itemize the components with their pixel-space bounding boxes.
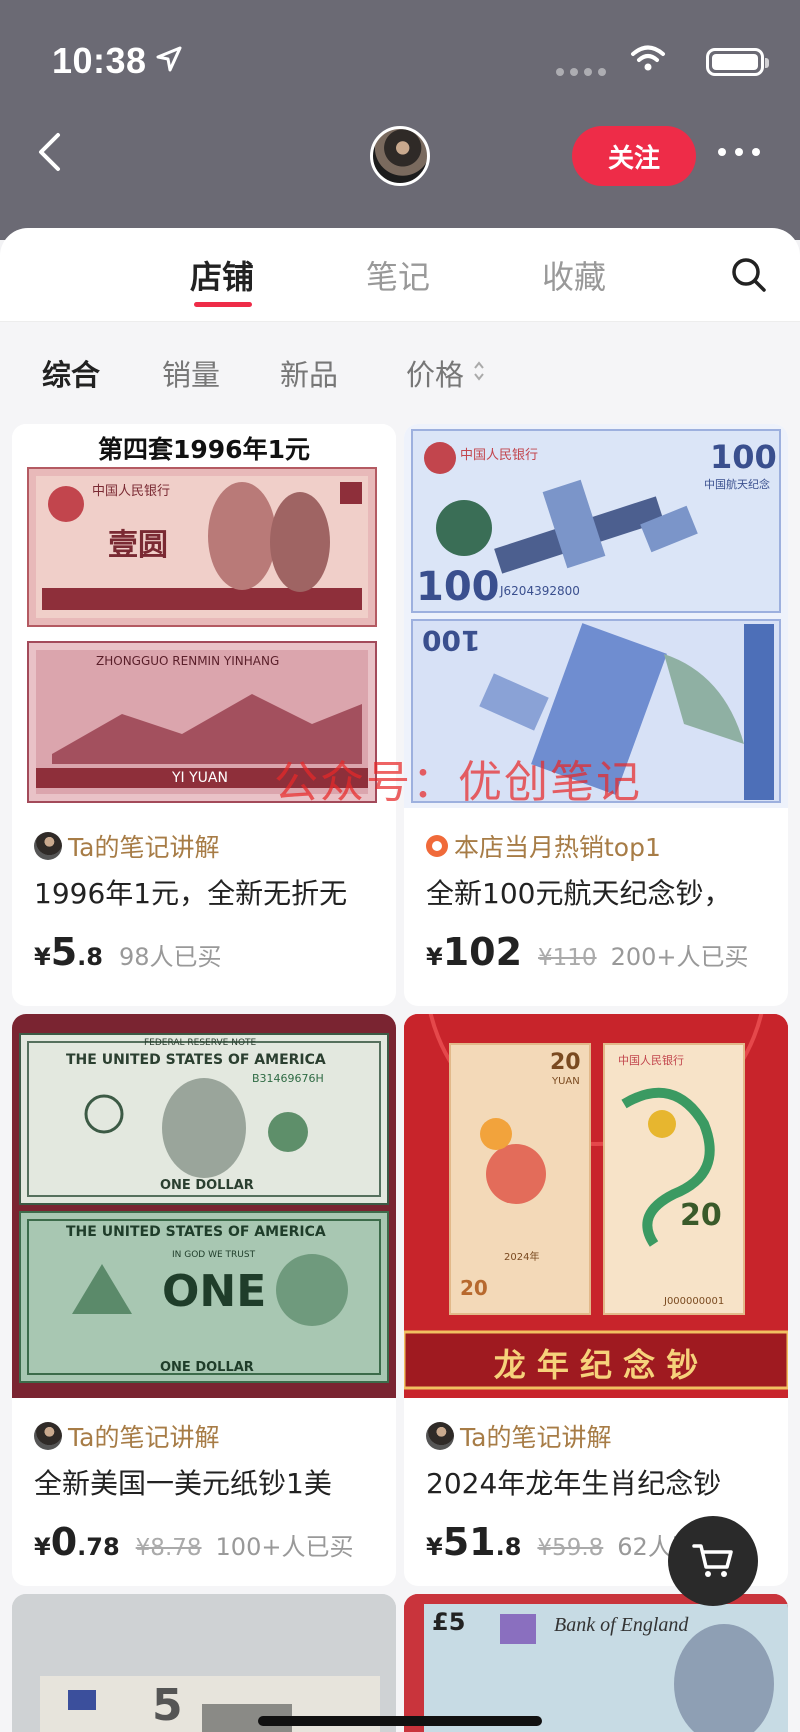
price-row: ¥ 102 ¥110 200+人已买 <box>426 930 749 974</box>
note-bank-name: 中国人民银行 <box>92 484 171 499</box>
author-avatar <box>426 1422 454 1450</box>
status-time: 10:38 <box>52 40 147 81</box>
original-price: ¥110 <box>538 945 597 971</box>
tab-notes[interactable]: 笔记 <box>366 252 430 298</box>
note-bank-name: 中国人民银行 <box>460 448 539 463</box>
watermark: 公众号：优创笔记 <box>274 757 642 808</box>
price-row: ¥ 5 .8 98人已买 <box>34 930 222 974</box>
author-avatar <box>34 1422 62 1450</box>
note-value: 5 <box>152 1680 183 1731</box>
follow-button[interactable]: 关注 <box>572 126 696 186</box>
note-tag: Ta的笔记讲解 <box>426 1420 611 1452</box>
product-card[interactable]: 中国人民银行 20 YUAN 20 2024年 20 J000000001 龙 … <box>404 1014 788 1586</box>
note-serial: J000000001 <box>664 1296 725 1307</box>
hot-tag: 本店当月热销top1 <box>426 830 661 862</box>
note-year: 2024年 <box>504 1252 540 1263</box>
note-value: 100 <box>710 438 777 476</box>
content-panel: 店铺 笔记 收藏 综合 销量 新品 价格 第四套1996年1元 中国人民银行 壹… <box>0 228 800 1732</box>
product-card[interactable]: £5 Bank of England <box>404 1594 788 1732</box>
note-yuan: YUAN <box>552 1076 580 1087</box>
author-avatar <box>34 832 62 860</box>
filter-overall[interactable]: 综合 <box>42 352 100 394</box>
note-yi-yuan: YI YUAN <box>172 770 228 786</box>
currency-symbol: ¥ <box>426 1533 443 1561</box>
note-large-value: 100 <box>416 564 500 610</box>
original-price: ¥8.78 <box>135 1535 202 1561</box>
active-tab-indicator <box>194 302 252 307</box>
price-decimal: .78 <box>77 1533 120 1561</box>
status-bar: 10:38 <box>52 40 769 84</box>
shop-avatar[interactable] <box>370 126 430 186</box>
note-value: £5 <box>432 1608 466 1636</box>
note-caption: 中国航天纪念 <box>704 478 770 491</box>
note-back-value: 20 <box>460 1276 488 1300</box>
price-integer: 0 <box>50 1520 78 1564</box>
note-motto: IN GOD WE TRUST <box>172 1250 256 1260</box>
battery-icon <box>706 48 769 76</box>
filter-sales[interactable]: 销量 <box>162 352 220 394</box>
tab-bar: 店铺 笔记 收藏 <box>0 228 800 322</box>
note-country: THE UNITED STATES OF AMERICA <box>66 1052 326 1068</box>
hot-icon <box>426 835 448 857</box>
note-back-value: 100 <box>422 624 481 657</box>
note-one-dollar: ONE DOLLAR <box>160 1178 254 1193</box>
home-indicator <box>258 1716 542 1726</box>
price-integer: 5 <box>50 930 78 974</box>
tab-shop[interactable]: 店铺 <box>190 252 254 298</box>
note-bank: Bank of England <box>554 1614 689 1636</box>
wifi-icon <box>631 45 665 71</box>
note-back-one-dollar: ONE DOLLAR <box>160 1360 254 1375</box>
note-tag: Ta的笔记讲解 <box>34 1420 219 1452</box>
product-image-dragon-note: 中国人民银行 20 YUAN 20 2024年 20 J000000001 龙 … <box>404 1014 788 1398</box>
note-denomination: 壹圆 <box>108 528 168 563</box>
price-integer: 51 <box>442 1520 496 1564</box>
price-decimal: .8 <box>495 1533 522 1561</box>
us-dollar-illustration <box>19 1033 389 1383</box>
profile-header: 10:38 关注 <box>0 0 800 240</box>
currency-symbol: ¥ <box>426 943 443 971</box>
sold-count: 98人已买 <box>118 943 222 971</box>
note-serial: B31469676H <box>252 1072 324 1085</box>
note-bank-name: 中国人民银行 <box>618 1054 684 1067</box>
product-card[interactable]: FEDERAL RESERVE NOTE THE UNITED STATES O… <box>12 1014 396 1586</box>
note-back-country: THE UNITED STATES OF AMERICA <box>66 1224 326 1240</box>
product-title: 全新100元航天纪念钞， <box>426 877 732 910</box>
cart-icon <box>692 1544 733 1577</box>
note-value-front: 20 <box>680 1198 722 1233</box>
note-serial: J6204392800 <box>500 584 580 598</box>
cart-button[interactable] <box>668 1516 758 1606</box>
euro-note-illustration <box>12 1594 396 1732</box>
note-tag: Ta的笔记讲解 <box>34 830 219 862</box>
product-title: 2024年龙年生肖纪念钞 <box>426 1467 722 1500</box>
filter-price[interactable]: 价格 <box>406 352 464 394</box>
location-arrow-icon <box>156 46 182 72</box>
note-value: 20 <box>550 1050 581 1075</box>
product-card[interactable]: 中国人民银行 100 中国航天纪念 100 J6204392800 100 本店… <box>404 424 788 1006</box>
currency-symbol: ¥ <box>34 943 51 971</box>
price-row: ¥ 0 .78 ¥8.78 100+人已买 <box>34 1520 353 1564</box>
product-card[interactable]: 5 <box>12 1594 396 1732</box>
signal-icon <box>556 68 606 76</box>
filter-new[interactable]: 新品 <box>280 352 338 394</box>
product-title: 全新美国一美元纸钞1美 <box>34 1467 332 1500</box>
tab-collections[interactable]: 收藏 <box>542 252 606 298</box>
note-one: ONE <box>162 1266 267 1317</box>
product-title: 1996年1元，全新无折无 <box>34 877 348 910</box>
sold-count: 200+人已买 <box>610 943 749 971</box>
search-icon[interactable] <box>730 256 768 294</box>
note-pinyin: ZHONGGUO RENMIN YINHANG <box>96 654 280 668</box>
more-icon[interactable] <box>718 148 760 156</box>
image-caption: 龙 年 纪 念 钞 <box>493 1346 699 1384</box>
product-image-us-dollar: FEDERAL RESERVE NOTE THE UNITED STATES O… <box>12 1014 396 1398</box>
sold-count: 100+人已买 <box>215 1533 354 1561</box>
sort-arrows-icon[interactable] <box>472 358 486 384</box>
back-chevron-icon[interactable] <box>36 132 62 172</box>
currency-symbol: ¥ <box>34 1533 51 1561</box>
sort-filter-bar: 综合 销量 新品 价格 <box>0 322 800 420</box>
price-integer: 102 <box>442 930 523 974</box>
note-frn: FEDERAL RESERVE NOTE <box>144 1038 257 1048</box>
price-decimal: .8 <box>77 943 103 971</box>
original-price: ¥59.8 <box>537 1535 604 1561</box>
product-card[interactable]: 第四套1996年1元 中国人民银行 壹圆 ZHONGGUO RENMIN YIN… <box>12 424 396 1006</box>
